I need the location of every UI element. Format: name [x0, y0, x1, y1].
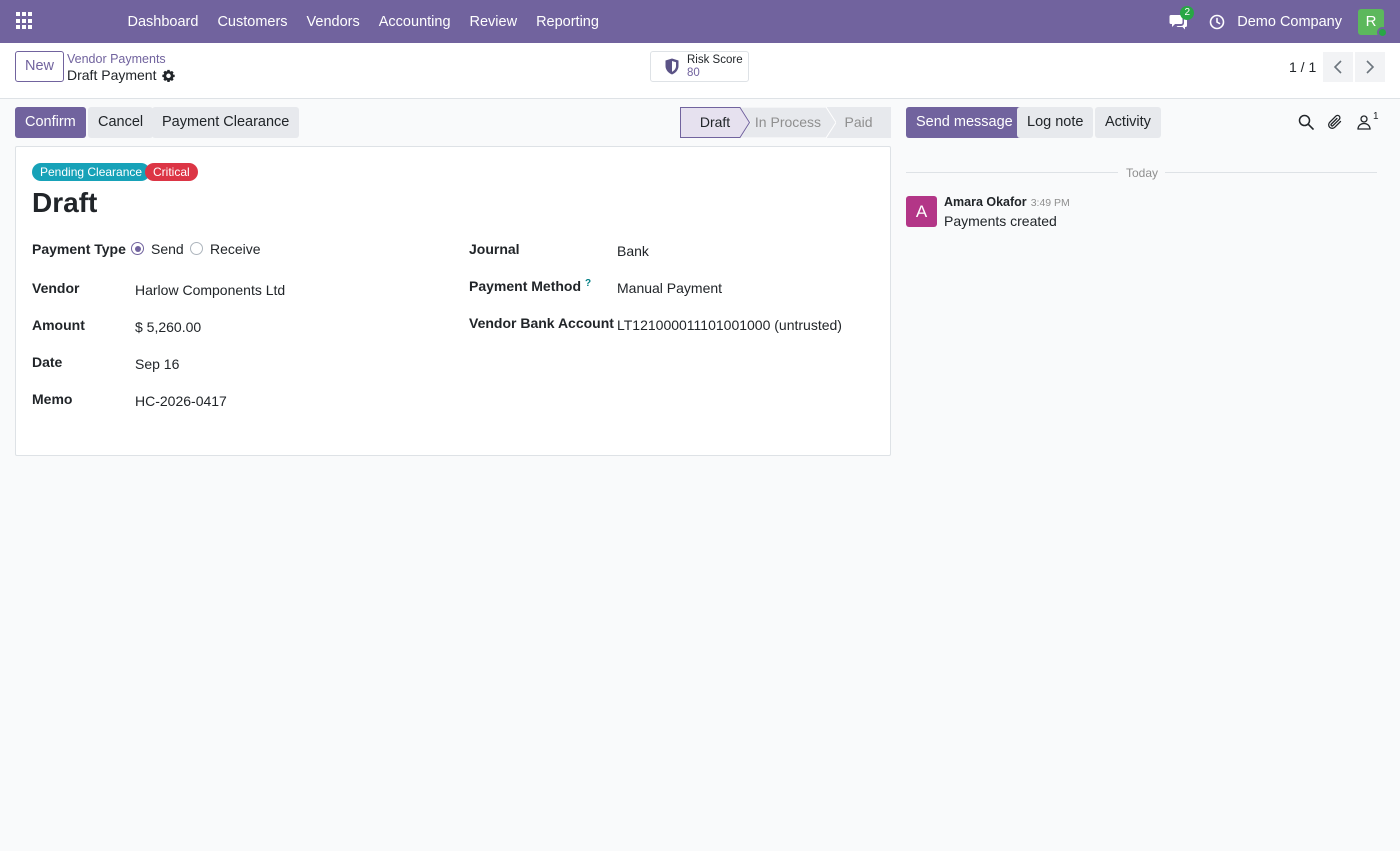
- record-title: Draft Payment: [67, 67, 176, 83]
- risk-score-button[interactable]: Risk Score 80: [650, 51, 749, 82]
- stage-in-process[interactable]: In Process: [740, 107, 836, 138]
- paperclip-icon[interactable]: [1327, 114, 1343, 130]
- help-tooltip-icon[interactable]: ?: [585, 278, 591, 289]
- date-label: Date: [32, 354, 63, 370]
- vendor-bank-account-label: Vendor Bank Account: [469, 315, 614, 331]
- stage-paid-label: Paid: [844, 114, 873, 130]
- message-author-avatar[interactable]: A: [906, 196, 937, 227]
- tag-pending-clearance: Pending Clearance: [32, 163, 151, 181]
- message-author-name[interactable]: Amara Okafor: [944, 195, 1027, 209]
- journal-label: Journal: [469, 241, 520, 257]
- payment-method-label-text: Payment Method: [469, 278, 582, 294]
- date-field[interactable]: Sep 16: [135, 356, 179, 372]
- menu-item-review[interactable]: Review: [460, 14, 527, 30]
- cancel-button[interactable]: Cancel: [88, 107, 154, 138]
- chevron-left-icon: [1333, 60, 1342, 74]
- status-bar: Paid In Process Draft: [680, 107, 891, 138]
- online-status-icon: [1377, 26, 1388, 38]
- stage-draft-label: Draft: [699, 114, 731, 130]
- date-separator-line-right: [1165, 172, 1377, 173]
- control-panel: New Vendor Payments Draft Payment Risk S…: [0, 43, 1400, 99]
- send-message-button[interactable]: Send message: [906, 107, 1023, 138]
- date-separator-line-left: [906, 172, 1118, 173]
- followers-count: 1: [1373, 111, 1379, 122]
- search-icon[interactable]: [1298, 114, 1314, 130]
- payment-type-send-radio[interactable]: [131, 242, 144, 255]
- payment-type-receive-label[interactable]: Receive: [210, 241, 261, 257]
- clock-icon[interactable]: [1209, 14, 1225, 30]
- pager-next-button[interactable]: [1355, 52, 1385, 82]
- date-separator: Today: [1126, 166, 1159, 180]
- company-switcher[interactable]: Demo Company: [1237, 14, 1342, 30]
- shield-icon: [665, 58, 679, 75]
- chat-count-badge: 2: [1180, 5, 1195, 20]
- payment-type-send-label[interactable]: Send: [151, 241, 184, 257]
- amount-label: Amount: [32, 317, 85, 333]
- form-sheet: Pending Clearance Critical Draft Payment…: [15, 146, 891, 456]
- message-body: Payments created: [944, 213, 1057, 229]
- top-navbar: Dashboard Customers Vendors Accounting R…: [0, 0, 1400, 43]
- vendor-bank-account-field[interactable]: LT121000011101001000 (untrusted): [617, 317, 842, 333]
- stage-draft[interactable]: Draft: [680, 107, 750, 138]
- new-button[interactable]: New: [15, 51, 65, 82]
- gear-icon[interactable]: [162, 69, 176, 82]
- chevron-right-icon: [1366, 60, 1375, 74]
- payment-clearance-button[interactable]: Payment Clearance: [152, 107, 300, 138]
- risk-score-value: 80: [687, 66, 700, 79]
- message-time: 3:49 PM: [1030, 197, 1070, 209]
- menu-item-accounting[interactable]: Accounting: [369, 14, 460, 30]
- message-author: Amara Okafor 3:49 PM: [944, 195, 1070, 209]
- breadcrumb-vendor-payments[interactable]: Vendor Payments: [67, 52, 166, 66]
- payment-method-label: Payment Method?: [469, 278, 591, 294]
- stage-in-process-label: In Process: [754, 114, 822, 130]
- payment-type-label: Payment Type: [32, 241, 126, 257]
- menu-item-reporting[interactable]: Reporting: [527, 14, 609, 30]
- pager-value[interactable]: 1 / 1: [1289, 59, 1316, 75]
- apps-menu-icon[interactable]: [16, 12, 34, 30]
- followers-icon[interactable]: [1356, 114, 1372, 130]
- log-note-button[interactable]: Log note: [1017, 107, 1094, 138]
- payment-method-field[interactable]: Manual Payment: [617, 280, 722, 296]
- activity-button[interactable]: Activity: [1095, 107, 1161, 138]
- main-menu: Dashboard Customers Vendors Accounting R…: [118, 0, 608, 43]
- chat-icon[interactable]: 2: [1169, 5, 1195, 30]
- memo-label: Memo: [32, 391, 73, 407]
- record-title-text: Draft Payment: [67, 67, 157, 83]
- tag-critical: Critical: [145, 163, 198, 181]
- vendor-field[interactable]: Harlow Components Ltd: [135, 282, 285, 298]
- menu-item-customers[interactable]: Customers: [208, 14, 297, 30]
- confirm-button[interactable]: Confirm: [15, 107, 86, 138]
- memo-field[interactable]: HC-2026-0417: [135, 393, 227, 409]
- amount-field[interactable]: $ 5,260.00: [135, 319, 201, 335]
- risk-score-label: Risk Score: [687, 53, 743, 66]
- navbar-systray: 2 Demo Company R: [1169, 0, 1400, 43]
- menu-item-dashboard[interactable]: Dashboard: [118, 14, 208, 30]
- menu-item-vendors[interactable]: Vendors: [297, 14, 369, 30]
- user-avatar[interactable]: R: [1358, 8, 1388, 38]
- user-initial: R: [1365, 12, 1377, 30]
- payment-type-receive-radio[interactable]: [190, 242, 203, 255]
- payment-title: Draft: [32, 187, 98, 218]
- journal-field[interactable]: Bank: [617, 243, 649, 259]
- vendor-label: Vendor: [32, 280, 80, 296]
- pager-previous-button[interactable]: [1323, 52, 1353, 82]
